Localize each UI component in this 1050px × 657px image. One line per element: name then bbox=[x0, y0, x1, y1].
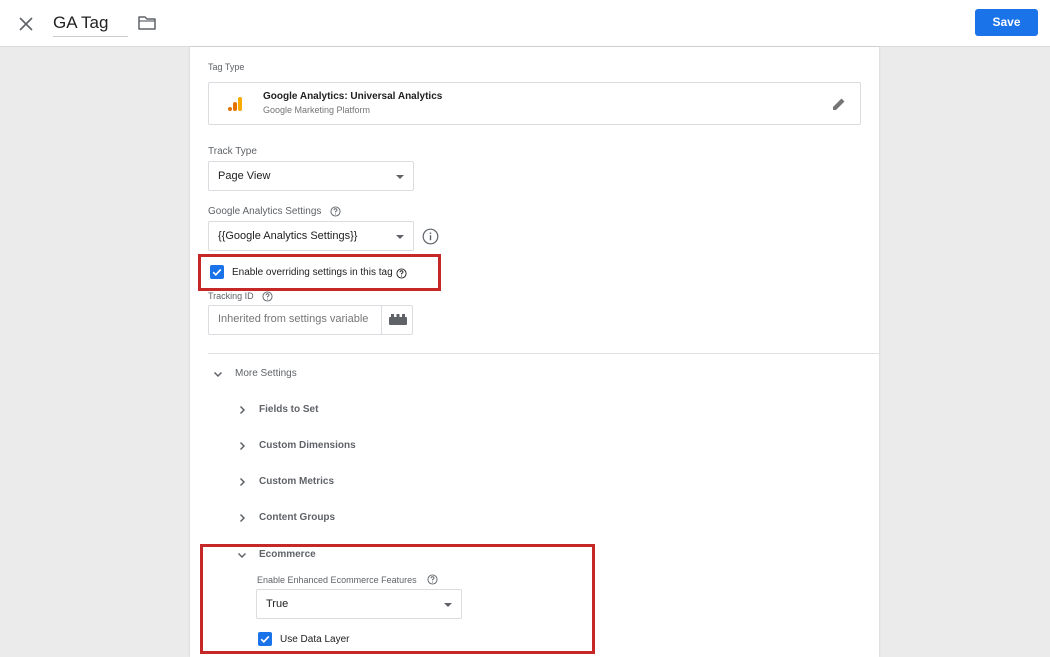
more-settings-toggle[interactable]: More Settings bbox=[212, 364, 362, 384]
track-type-select[interactable]: Page View bbox=[208, 161, 414, 191]
chevron-right-icon bbox=[239, 477, 246, 487]
tracking-id-field[interactable] bbox=[208, 305, 382, 335]
tag-type-subtitle: Google Marketing Platform bbox=[263, 105, 371, 115]
section-custom-dimensions[interactable]: Custom Dimensions bbox=[236, 436, 386, 456]
variable-picker-icon bbox=[389, 314, 407, 325]
section-ecommerce[interactable]: Ecommerce bbox=[236, 545, 386, 565]
pencil-icon[interactable] bbox=[831, 96, 847, 112]
ga-settings-select[interactable]: {{Google Analytics Settings}} bbox=[208, 221, 414, 251]
folder-icon bbox=[138, 16, 156, 30]
use-data-layer-checkbox[interactable] bbox=[258, 632, 272, 646]
override-label: Enable overriding settings in this tag bbox=[232, 267, 393, 278]
tag-type-name: Google Analytics: Universal Analytics bbox=[263, 91, 443, 102]
section-content-groups[interactable]: Content Groups bbox=[236, 508, 386, 528]
tracking-id-input[interactable] bbox=[218, 313, 376, 325]
top-bar: GA Tag Save bbox=[0, 0, 1050, 47]
use-data-layer-label: Use Data Layer bbox=[280, 634, 350, 645]
section-divider bbox=[208, 353, 879, 354]
enhanced-ecommerce-value: True bbox=[266, 598, 289, 610]
close-icon bbox=[19, 17, 33, 31]
section-label: Custom Dimensions bbox=[259, 440, 356, 451]
section-label: Ecommerce bbox=[259, 549, 316, 560]
checkmark-icon bbox=[212, 268, 222, 277]
chevron-down-icon bbox=[213, 371, 223, 378]
help-icon[interactable] bbox=[396, 268, 407, 279]
save-button[interactable]: Save bbox=[975, 9, 1038, 36]
section-label: Custom Metrics bbox=[259, 476, 335, 487]
track-type-value: Page View bbox=[218, 170, 271, 182]
chevron-right-icon bbox=[239, 441, 246, 451]
tag-name-field[interactable]: GA Tag bbox=[53, 11, 128, 37]
folder-button[interactable] bbox=[136, 12, 158, 34]
ga-settings-label: Google Analytics Settings bbox=[208, 206, 322, 217]
tracking-id-label: Tracking ID bbox=[208, 291, 254, 301]
tag-type-selector[interactable]: Google Analytics: Universal Analytics Go… bbox=[208, 82, 861, 125]
help-icon[interactable] bbox=[330, 206, 341, 217]
variable-picker-button[interactable] bbox=[381, 305, 413, 335]
track-type-label: Track Type bbox=[208, 146, 257, 157]
tag-type-label: Tag Type bbox=[208, 62, 245, 72]
checkmark-icon bbox=[260, 635, 270, 644]
help-icon[interactable] bbox=[427, 574, 438, 585]
chevron-right-icon bbox=[239, 405, 246, 415]
chevron-down-icon bbox=[237, 552, 247, 559]
enhanced-ecommerce-label: Enable Enhanced Ecommerce Features bbox=[257, 575, 417, 585]
chevron-down-icon bbox=[396, 235, 404, 239]
section-custom-metrics[interactable]: Custom Metrics bbox=[236, 472, 386, 492]
google-analytics-logo bbox=[228, 97, 242, 111]
enhanced-ecommerce-select[interactable]: True bbox=[256, 589, 462, 619]
info-icon[interactable] bbox=[422, 228, 439, 245]
chevron-down-icon bbox=[444, 603, 452, 607]
help-icon[interactable] bbox=[262, 291, 273, 302]
ga-settings-value: {{Google Analytics Settings}} bbox=[218, 230, 358, 242]
chevron-right-icon bbox=[239, 513, 246, 523]
tag-config-panel: Tag Type Google Analytics: Universal Ana… bbox=[190, 47, 879, 657]
section-label: Fields to Set bbox=[259, 404, 319, 415]
override-checkbox[interactable] bbox=[210, 265, 224, 279]
chevron-down-icon bbox=[396, 175, 404, 179]
more-settings-label: More Settings bbox=[235, 368, 297, 379]
section-label: Content Groups bbox=[259, 512, 336, 523]
close-button[interactable] bbox=[14, 12, 38, 36]
section-fields-to-set[interactable]: Fields to Set bbox=[236, 400, 386, 420]
